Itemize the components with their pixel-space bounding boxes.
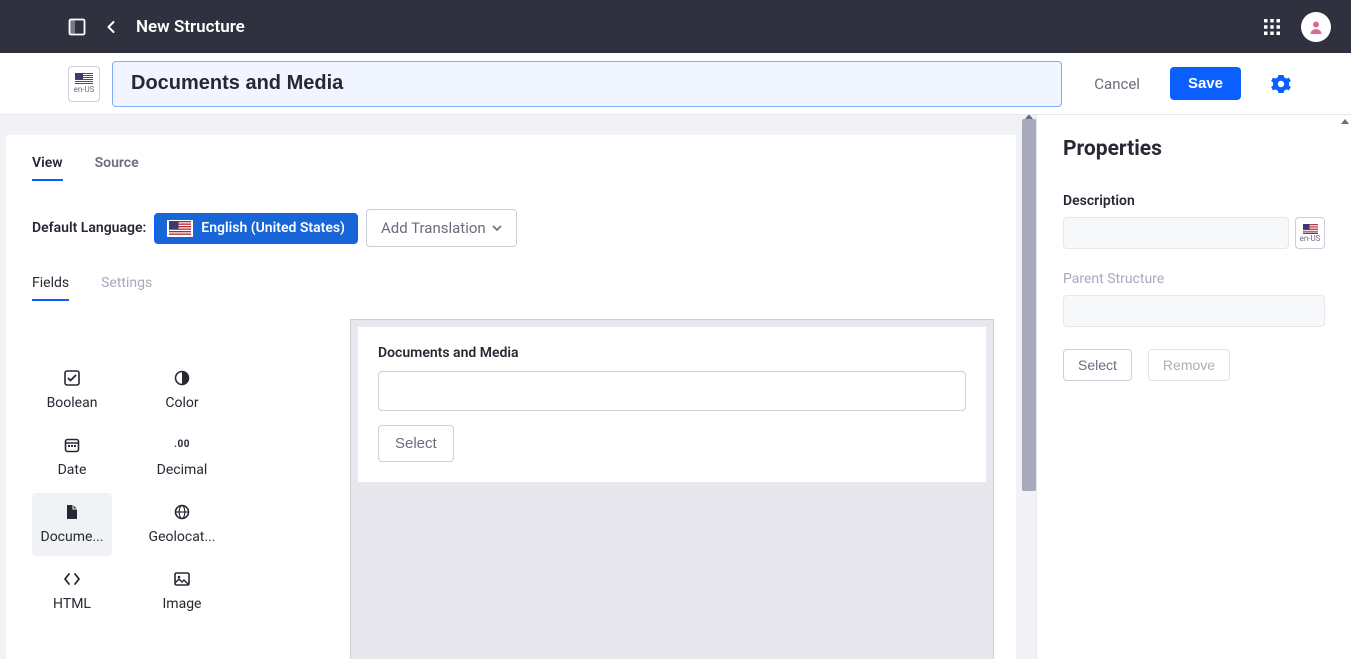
field-item-boolean[interactable]: Boolean [32, 359, 112, 422]
field-item-documents[interactable]: Docume... [32, 493, 112, 556]
locale-selector[interactable]: en-US [68, 66, 100, 102]
parent-structure-row [1063, 295, 1325, 327]
save-button[interactable]: Save [1170, 67, 1241, 100]
scrollbar-thumb[interactable] [1022, 119, 1036, 491]
properties-panel: Properties Description en-US Parent Stru… [1036, 115, 1351, 659]
description-locale-selector[interactable]: en-US [1295, 217, 1325, 249]
tab-source[interactable]: Source [95, 155, 139, 181]
cancel-button[interactable]: Cancel [1094, 75, 1140, 93]
scroll-up-arrow-icon[interactable] [1341, 119, 1349, 124]
gear-icon[interactable] [1271, 74, 1291, 94]
builder-subtabs: Fields Settings [32, 275, 990, 301]
tab-view[interactable]: View [32, 155, 63, 181]
back-icon[interactable] [104, 20, 118, 34]
properties-title: Properties [1063, 137, 1325, 161]
default-language-selector[interactable]: English (United States) [154, 213, 358, 244]
parent-structure-input[interactable] [1063, 295, 1325, 327]
description-label: Description [1063, 193, 1325, 209]
canvas-select-button[interactable]: Select [378, 425, 454, 462]
field-label: Decimal [157, 462, 208, 478]
main-area: View Source Default Language: English (U… [0, 115, 1351, 659]
parent-remove-button[interactable]: Remove [1148, 349, 1230, 381]
topbar-left: New Structure [68, 17, 245, 37]
field-item-color[interactable]: Color [142, 359, 222, 422]
field-label: Date [58, 462, 87, 478]
description-row: en-US [1063, 217, 1325, 249]
fields-palette: Boolean Color Date .00 Deci [32, 319, 252, 623]
code-icon [63, 570, 81, 588]
page-title: New Structure [136, 17, 245, 37]
decimal-icon: .00 [174, 436, 190, 454]
editor-panel: View Source Default Language: English (U… [0, 115, 1036, 659]
us-flag-icon [75, 73, 93, 85]
add-translation-label: Add Translation [381, 219, 486, 237]
description-input[interactable] [1063, 217, 1289, 249]
calendar-icon [64, 436, 80, 454]
name-bar: en-US Cancel Save [0, 53, 1351, 115]
caret-down-icon [492, 225, 502, 231]
checkbox-icon [64, 369, 80, 387]
language-row: Default Language: English (United States… [32, 209, 990, 247]
parent-structure-buttons: Select Remove [1063, 349, 1325, 381]
field-item-html[interactable]: HTML [32, 560, 112, 623]
canvas-field-label: Documents and Media [378, 345, 966, 361]
canvas-field-input[interactable] [378, 371, 966, 411]
us-flag-icon [1303, 224, 1318, 234]
field-label: Docume... [41, 529, 104, 545]
file-icon [65, 503, 79, 521]
main-tabs: View Source [32, 155, 990, 181]
us-flag-icon [169, 221, 191, 236]
field-item-date[interactable]: Date [32, 426, 112, 489]
parent-select-button[interactable]: Select [1063, 349, 1132, 381]
user-avatar[interactable] [1301, 12, 1331, 42]
default-language-value: English (United States) [201, 220, 345, 236]
field-label: Boolean [47, 395, 98, 411]
field-label: Image [163, 596, 202, 612]
topbar-right [1263, 12, 1331, 42]
field-label: Geolocat... [149, 529, 216, 545]
form-canvas[interactable]: Documents and Media Select [350, 319, 994, 659]
field-item-decimal[interactable]: .00 Decimal [142, 426, 222, 489]
add-translation-button[interactable]: Add Translation [366, 209, 517, 247]
default-language-label: Default Language: [32, 220, 146, 236]
builder-row: Boolean Color Date .00 Deci [32, 319, 990, 659]
apps-grid-icon[interactable] [1263, 18, 1281, 36]
field-item-geolocation[interactable]: Geolocat... [142, 493, 222, 556]
subtab-settings[interactable]: Settings [101, 275, 152, 301]
locale-code: en-US [1300, 234, 1321, 243]
field-label: Color [165, 395, 198, 411]
panel-collapse-icon[interactable] [68, 18, 86, 36]
field-label: HTML [53, 596, 91, 612]
canvas-field-documents[interactable]: Documents and Media Select [357, 326, 987, 483]
topbar: New Structure [0, 0, 1351, 53]
editor-card: View Source Default Language: English (U… [6, 135, 1016, 659]
image-icon [174, 570, 190, 588]
globe-icon [174, 503, 190, 521]
contrast-icon [174, 369, 190, 387]
subtab-fields[interactable]: Fields [32, 275, 69, 301]
field-item-image[interactable]: Image [142, 560, 222, 623]
locale-code: en-US [74, 85, 95, 94]
structure-name-input[interactable] [112, 61, 1062, 107]
parent-structure-label: Parent Structure [1063, 271, 1325, 287]
